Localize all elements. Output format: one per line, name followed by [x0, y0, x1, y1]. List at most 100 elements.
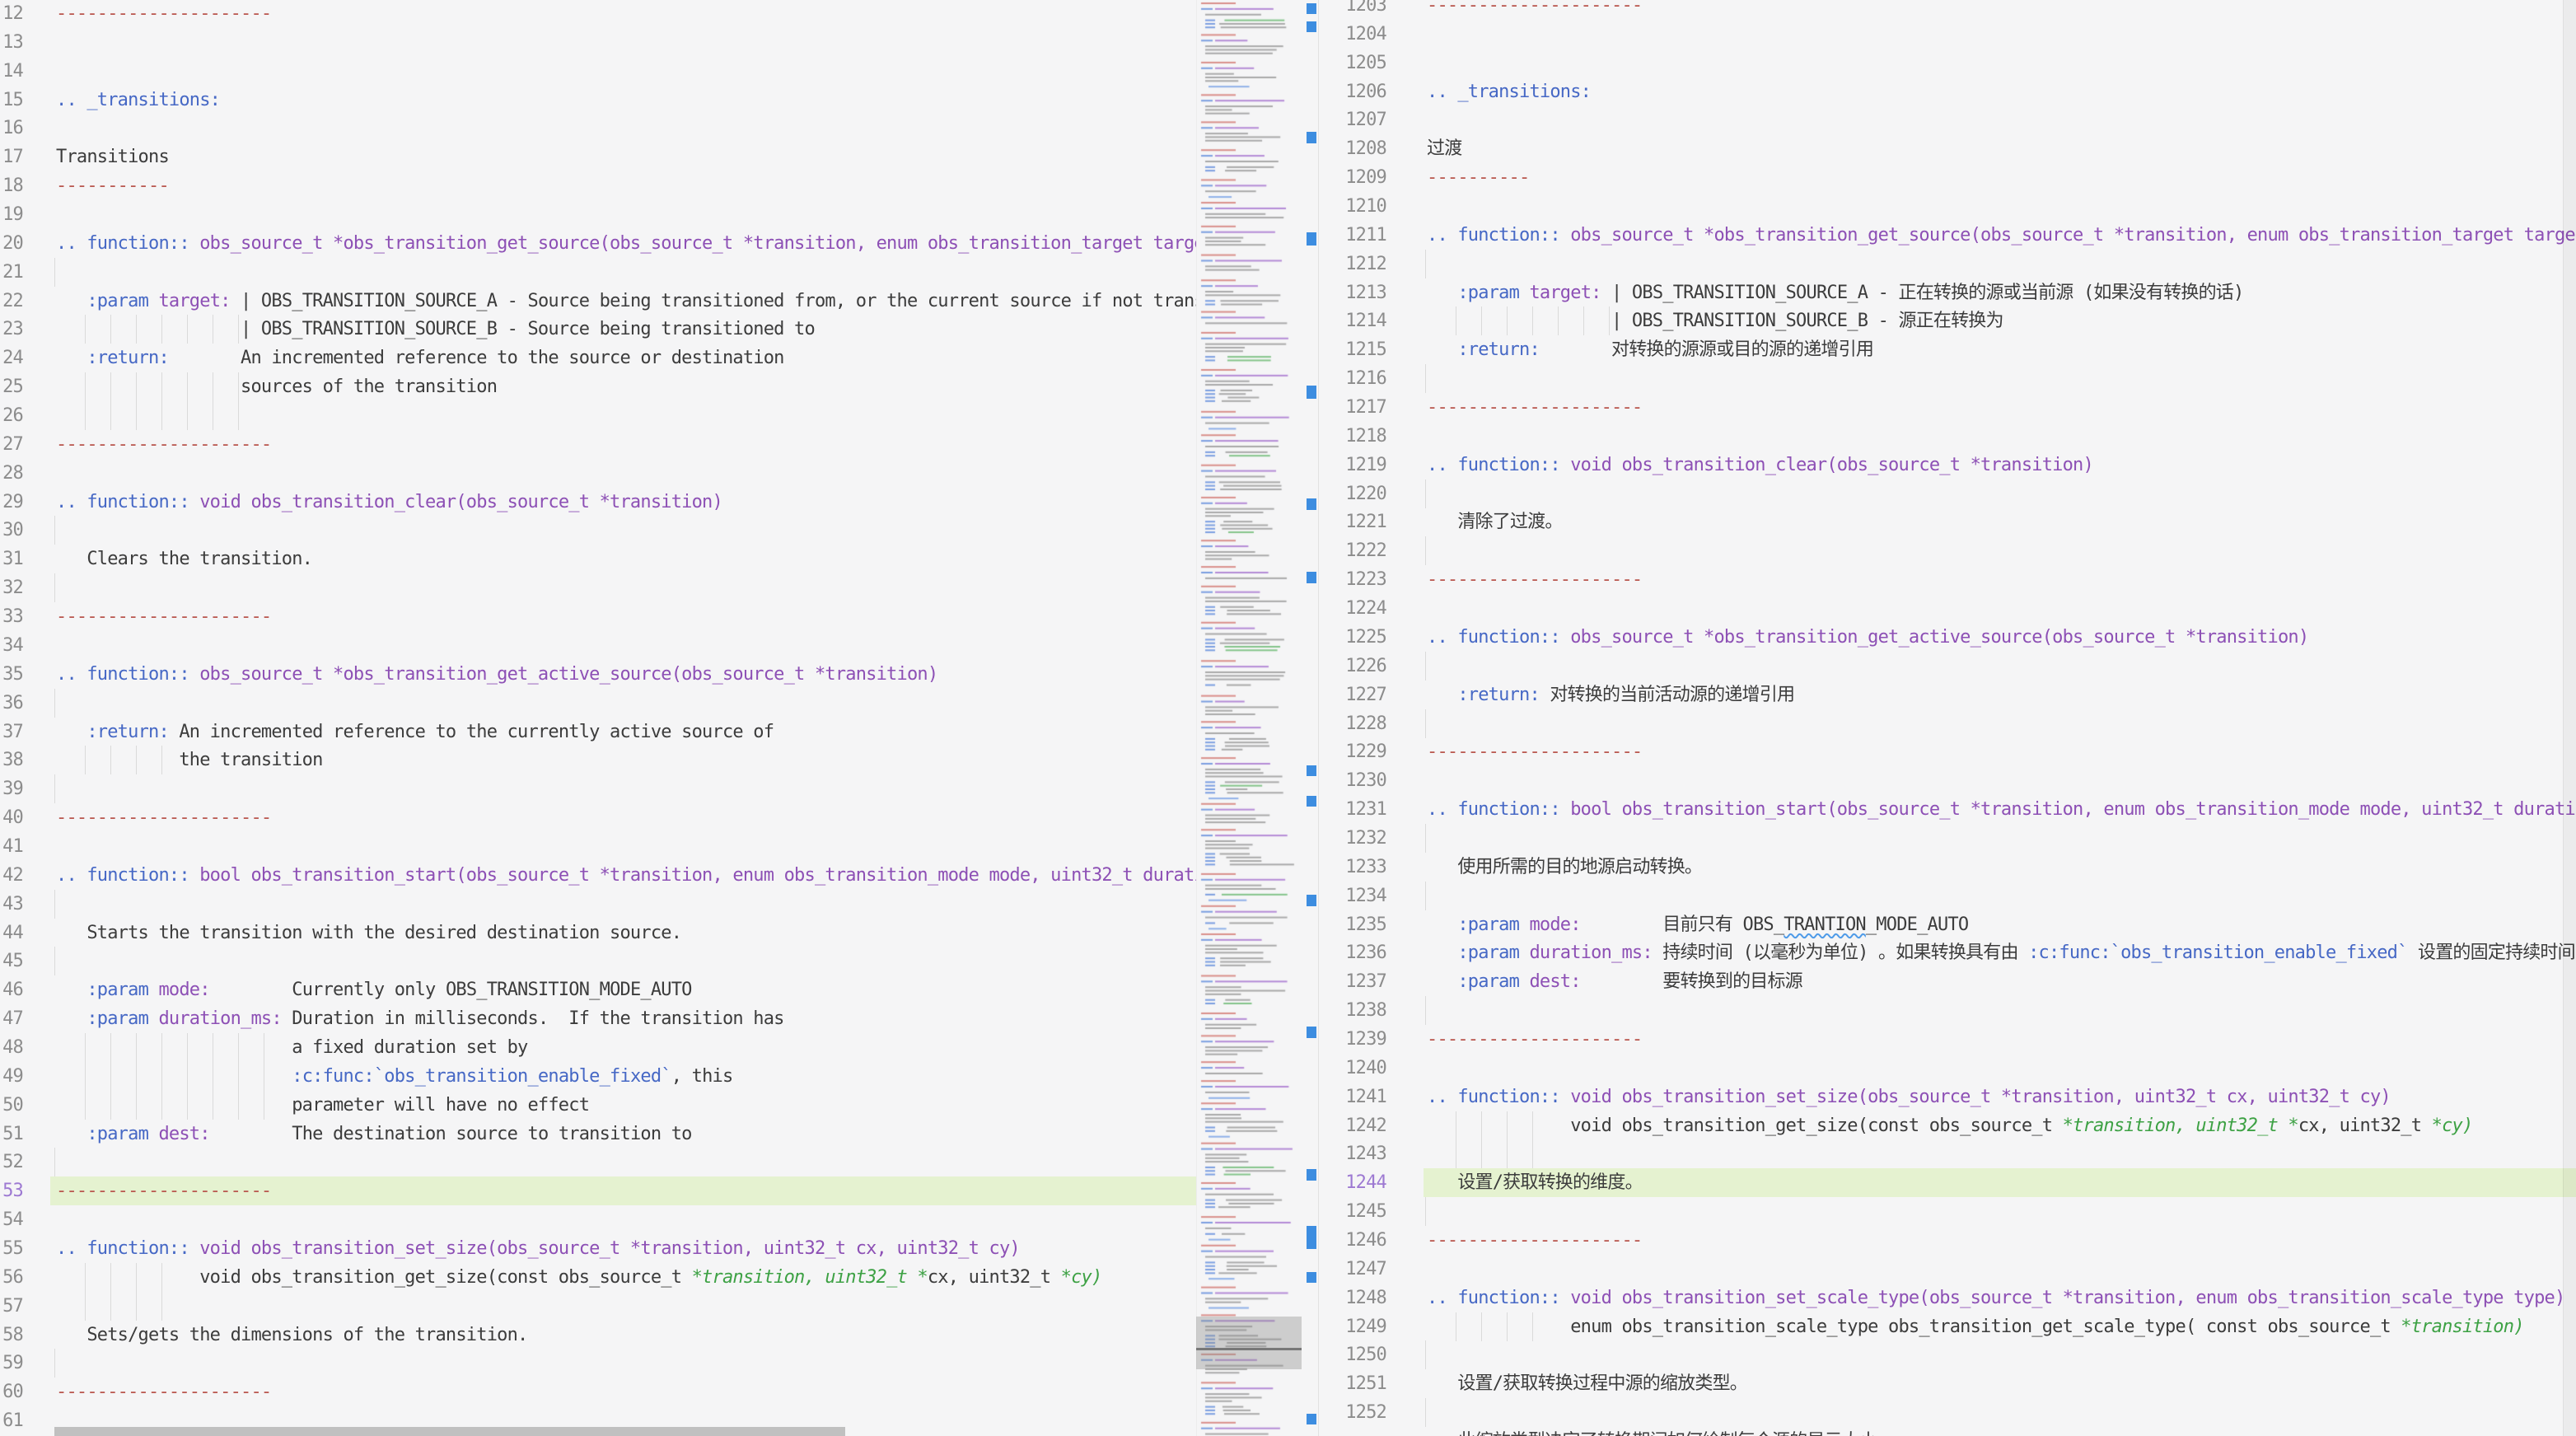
indent-guide — [1425, 881, 1426, 910]
code-line: 1252 — [1319, 1398, 2576, 1428]
code-text: --------------------- — [56, 606, 272, 628]
code-text: Sets/gets the dimensions of the transiti… — [56, 1324, 528, 1345]
code-text: .. function:: bool obs_transition_start(… — [1427, 799, 2576, 821]
line-number: 41 — [2, 835, 24, 857]
line-number: 32 — [2, 578, 24, 599]
line-number: 13 — [2, 31, 24, 53]
line-number: 1233 — [1345, 856, 1387, 877]
indent-guide — [238, 401, 239, 431]
minimap[interactable] — [1196, 0, 1302, 1436]
overview-ruler[interactable] — [1302, 0, 1318, 1436]
line-number: 1235 — [1345, 914, 1387, 935]
code-line: 1241 .. function:: void obs_transition_se… — [1319, 1083, 2576, 1111]
code-line: 1212 — [1319, 249, 2576, 278]
modified-line-marker — [1307, 796, 1316, 807]
line-number: 1210 — [1345, 196, 1387, 218]
code-line: 21 — [0, 257, 1196, 287]
modified-line-marker — [1307, 1169, 1316, 1181]
code-text: --------------------- — [1427, 0, 1643, 16]
indent-guide — [1532, 1139, 1533, 1169]
line-number: 54 — [2, 1209, 24, 1231]
code-line: 1215 :return: 对转换的源源或目的源的递增引用 — [1319, 335, 2576, 364]
code-text: 清除了过渡。 — [1427, 512, 1563, 533]
code-line: 1210 — [1319, 192, 2576, 221]
line-number: 1208 — [1345, 138, 1387, 160]
code-text: sources of the transition — [56, 377, 498, 398]
modified-line-marker — [1307, 1414, 1316, 1424]
code-line: 1216 — [1319, 364, 2576, 394]
line-number: 1223 — [1345, 569, 1387, 591]
code-line: 33 --------------------- — [0, 602, 1196, 631]
code-line: 24 :return: An incremented reference to … — [0, 344, 1196, 372]
indent-guide — [1425, 823, 1426, 853]
indent-guide — [1425, 1197, 1426, 1227]
indent-guide — [54, 573, 55, 603]
line-number: 1250 — [1345, 1345, 1387, 1366]
code-line: 1239 --------------------- — [1319, 1025, 2576, 1054]
code-text: .. function:: void obs_transition_clear(… — [56, 491, 723, 512]
code-line: 1217 --------------------- — [1319, 393, 2576, 422]
code-text: .. _transitions: — [1427, 81, 1592, 102]
line-number: 30 — [2, 520, 24, 541]
line-number: 31 — [2, 549, 24, 570]
line-number: 43 — [2, 893, 24, 914]
line-number: 1243 — [1345, 1144, 1387, 1165]
code-text: 设置/获取转换过程中源的缩放类型。 — [1427, 1373, 1747, 1395]
line-number: 1238 — [1345, 1000, 1387, 1022]
indent-guide — [54, 516, 55, 545]
line-number: 1229 — [1345, 741, 1387, 763]
code-line: 57 — [0, 1291, 1196, 1321]
code-line: 1231 .. function:: bool obs_transition_st… — [1319, 795, 2576, 824]
line-number: 1226 — [1345, 655, 1387, 676]
right-scrollbar-track[interactable] — [2563, 0, 2576, 1436]
code-line: 34 — [0, 631, 1196, 660]
line-number: 1241 — [1345, 1086, 1387, 1107]
line-number: 1237 — [1345, 971, 1387, 993]
code-line: 48 a fixed duration set by — [0, 1032, 1196, 1062]
line-number: 1222 — [1345, 540, 1387, 562]
indent-guide — [1507, 1139, 1508, 1169]
code-line: 53 --------------------- — [0, 1176, 1196, 1206]
line-number: 1212 — [1345, 253, 1387, 274]
modified-line-marker — [1307, 765, 1316, 776]
editor-left[interactable]: 12 --------------------- 13 14 15 .. _transit… — [0, 0, 1196, 1436]
code-line: 1244 设置/获取转换的维度。 — [1319, 1168, 2576, 1198]
code-line: 1218 — [1319, 422, 2576, 451]
code-line: 1227 :return: 对转换的当前活动源的递增引用 — [1319, 681, 2576, 709]
vscode-split-editor: 12 --------------------- 13 14 15.. _transit… — [0, 0, 2576, 1436]
code-text: | OBS_TRANSITION_SOURCE_B - Source being… — [56, 319, 816, 340]
indent-guide — [161, 1291, 162, 1321]
code-line: 1226 — [1319, 651, 2576, 681]
code-line: 47 :param duration_ms: Duration in milli… — [0, 1004, 1196, 1033]
code-line: 41 — [0, 832, 1196, 861]
code-line: 36 — [0, 688, 1196, 718]
code-line: 1206 .. _transitions: — [1319, 77, 2576, 106]
minimap-slider[interactable] — [1196, 1317, 1302, 1369]
code-line: 1204 — [1319, 20, 2576, 49]
horizontal-scrollbar[interactable] — [54, 1427, 845, 1436]
code-text: :param target: | OBS_TRANSITION_SOURCE_A… — [86, 290, 1196, 311]
modified-line-marker — [1307, 232, 1316, 246]
line-number: 1209 — [1345, 167, 1387, 189]
indent-guide — [136, 401, 137, 431]
indent-guide — [1425, 709, 1426, 738]
code-line: 13 — [0, 28, 1196, 57]
indent-guide — [54, 889, 55, 919]
code-text: ----------- — [56, 175, 170, 197]
indent-guide — [1425, 249, 1426, 278]
code-text: :param mode: Currently only OBS_TRANSITI… — [86, 980, 692, 1001]
line-number: 37 — [2, 721, 24, 742]
line-number: 1230 — [1345, 770, 1387, 792]
line-number: 51 — [2, 1123, 24, 1144]
line-number: 33 — [2, 606, 24, 628]
modified-line-marker — [1307, 132, 1316, 143]
code-line: 58 Sets/gets the dimensions of the trans… — [0, 1321, 1196, 1349]
code-line: 55 .. function:: void obs_transition_set_… — [0, 1234, 1196, 1263]
line-number: 1247 — [1345, 1258, 1387, 1279]
code-text: | OBS_TRANSITION_SOURCE_B - 源正在转换为 — [1427, 311, 2003, 332]
indent-guide — [54, 1148, 55, 1177]
editor-right[interactable]: 1203 --------------------- 1204 1205 1206 .. … — [1319, 0, 2576, 1436]
line-number: 19 — [2, 204, 24, 226]
line-number: 1211 — [1345, 224, 1387, 246]
modified-line-marker — [1307, 386, 1316, 399]
